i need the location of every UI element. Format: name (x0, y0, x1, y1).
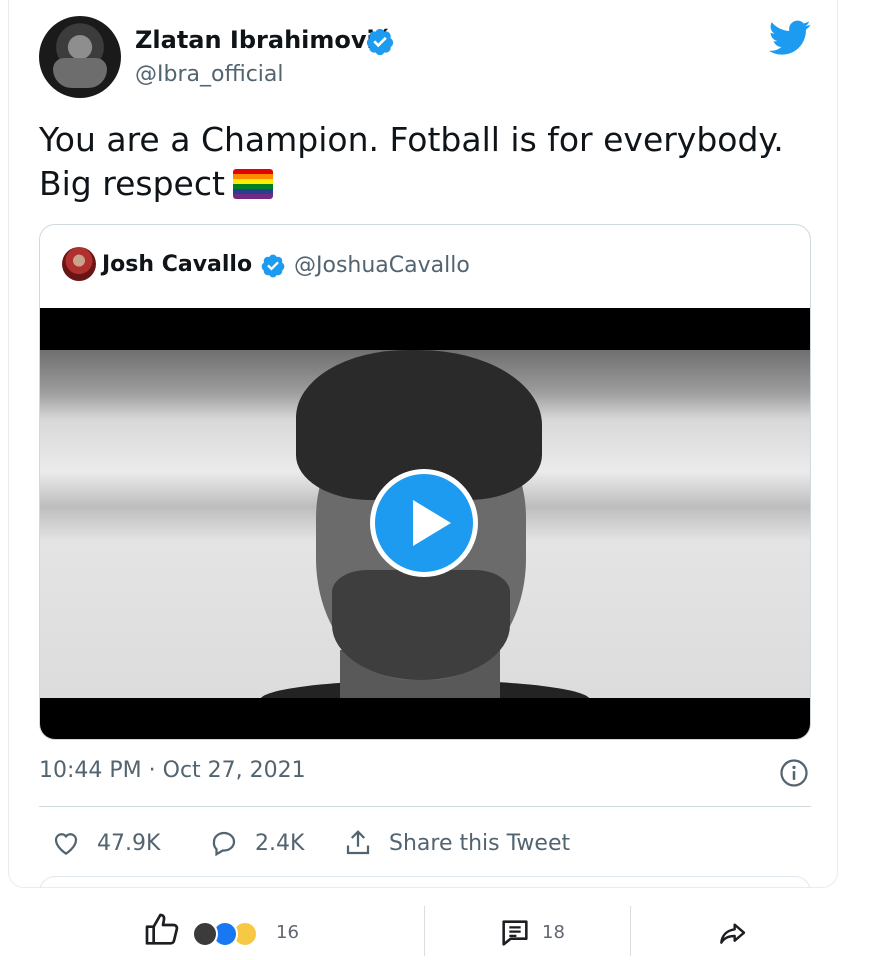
twitter-bird-icon[interactable] (769, 20, 811, 56)
reply-button[interactable]: 2.4K (209, 826, 304, 860)
reaction-count[interactable]: 16 (276, 922, 299, 943)
separator (424, 906, 425, 956)
author-handle[interactable]: @Ibra_official (135, 62, 284, 87)
comment-icon[interactable] (498, 916, 532, 950)
info-icon[interactable] (779, 758, 809, 788)
tweet-text: You are a Champion. Fotball is for every… (39, 118, 799, 206)
thumbs-up-icon[interactable] (142, 910, 182, 950)
video-player[interactable] (40, 308, 810, 739)
reply-bubble-icon (212, 831, 236, 857)
social-action-bar: 16 18 (0, 888, 884, 960)
thumbnail-beard (332, 570, 510, 680)
avatar-figure (53, 58, 107, 88)
share-tweet-button[interactable]: Share this Tweet (343, 826, 570, 860)
comment-count[interactable]: 18 (542, 922, 565, 943)
share-arrow-icon[interactable] (716, 918, 748, 950)
share-upload-icon (346, 830, 370, 855)
divider (39, 806, 811, 807)
tweet-body: You are a Champion. Fotball is for every… (39, 120, 784, 203)
reply-count: 2.4K (255, 830, 305, 856)
dislike-reaction-icon (192, 921, 218, 947)
author-avatar[interactable] (39, 16, 121, 98)
heart-icon (54, 833, 78, 855)
tweet-card[interactable]: Zlatan Ibrahimović @Ibra_official You ar… (8, 0, 838, 906)
play-icon (413, 500, 451, 546)
quoted-author-name[interactable]: Josh Cavallo (102, 252, 252, 277)
quoted-author-avatar[interactable] (62, 247, 96, 281)
quoted-author-handle[interactable]: @JoshuaCavallo (294, 253, 470, 278)
rainbow-flag-emoji (232, 169, 273, 199)
tweet-timestamp[interactable]: 10:44 PM · Oct 27, 2021 (39, 758, 306, 783)
verified-badge-icon (366, 28, 394, 56)
verified-badge-icon (261, 254, 285, 278)
play-button[interactable] (370, 469, 478, 577)
author-name[interactable]: Zlatan Ibrahimović (135, 26, 389, 54)
quoted-tweet[interactable]: Josh Cavallo @JoshuaCavallo (39, 224, 811, 740)
like-count: 47.9K (97, 830, 161, 856)
like-button[interactable]: 47.9K (51, 826, 160, 860)
separator (630, 906, 631, 956)
share-tweet-label: Share this Tweet (389, 830, 571, 856)
